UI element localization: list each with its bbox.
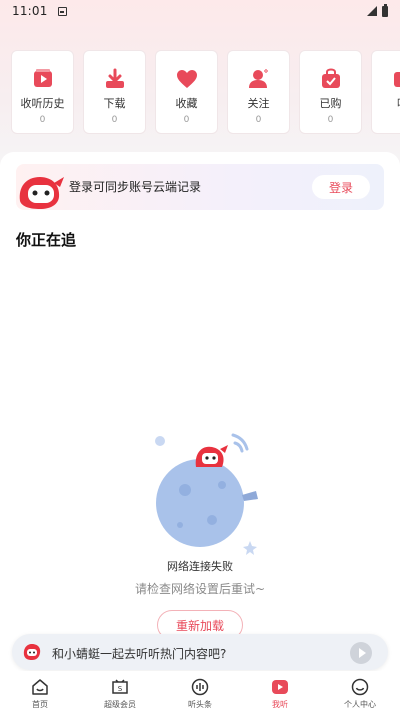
quick-card-label: 收听历史 (20, 97, 65, 110)
nav-item-home[interactable]: 首页 (0, 671, 80, 711)
nav-item-vip[interactable]: S 超级会员 (80, 671, 160, 711)
chat-mascot-icon (23, 644, 41, 660)
signal-icon (367, 6, 377, 16)
quick-card-download[interactable]: 下载 0 (83, 50, 146, 134)
battery-icon (382, 3, 388, 17)
play-icon[interactable] (350, 642, 372, 664)
quick-card-label: 已购 (319, 97, 342, 110)
quick-card-label: 下载 (103, 97, 126, 110)
headlines-icon (191, 678, 209, 696)
nav-label: 超级会员 (104, 700, 136, 709)
listen-icon (393, 72, 400, 87)
my-listen-icon (272, 680, 288, 694)
nav-label: 听头条 (188, 700, 212, 709)
home-icon (32, 679, 48, 695)
quick-card-listen[interactable]: 听 0 (371, 50, 400, 134)
notification-icon (57, 6, 67, 16)
purchased-icon (321, 68, 340, 88)
mascot-icon (19, 177, 64, 209)
vip-icon: S (112, 679, 128, 694)
quick-card-purchased[interactable]: 已购 0 (299, 50, 362, 134)
nav-item-profile[interactable]: 个人中心 (320, 671, 400, 711)
quick-card-count: 0 (111, 115, 118, 125)
quick-card-label: 关注 (247, 97, 270, 110)
following-section-title: 你正在追 (16, 231, 77, 249)
network-error-illustration (155, 433, 258, 555)
download-icon (105, 68, 124, 88)
quick-access-row: 收听历史 0 下载 0 收藏 0 关注 0 已购 0 (11, 50, 400, 134)
error-subtitle: 请检查网络设置后重试~ (134, 582, 266, 596)
quick-card-count: 0 (255, 115, 262, 125)
quick-card-label: 收藏 (175, 97, 198, 110)
nav-label: 我听 (272, 700, 288, 709)
status-bar: 11:01 (0, 0, 400, 22)
svg-text:S: S (118, 685, 123, 693)
heart-icon (176, 70, 197, 88)
nav-label: 首页 (32, 700, 48, 709)
quick-card-history[interactable]: 收听历史 0 (11, 50, 74, 134)
quick-card-count: 0 (39, 115, 46, 125)
nav-label: 个人中心 (344, 700, 376, 709)
profile-icon (351, 678, 369, 696)
error-title: 网络连接失败 (167, 560, 233, 573)
bottom-navigation: 首页 S 超级会员 听头条 我听 个人中心 (0, 671, 400, 711)
login-banner-text: 登录可同步账号云端记录 (69, 180, 202, 194)
quick-card-count: 0 (183, 115, 190, 125)
status-time: 11:01 (12, 4, 48, 18)
quick-card-follow[interactable]: 关注 0 (227, 50, 290, 134)
login-button[interactable]: 登录 (312, 175, 370, 199)
nav-item-headlines[interactable]: 听头条 (160, 671, 240, 711)
chat-prompt-text: 和小蜻蜓一起去听听热门内容吧? (52, 647, 227, 661)
quick-card-favorites[interactable]: 收藏 0 (155, 50, 218, 134)
follow-icon (248, 69, 268, 88)
quick-card-count: 0 (327, 115, 334, 125)
nav-item-my-listen[interactable]: 我听 (240, 671, 320, 711)
history-icon (33, 69, 52, 87)
